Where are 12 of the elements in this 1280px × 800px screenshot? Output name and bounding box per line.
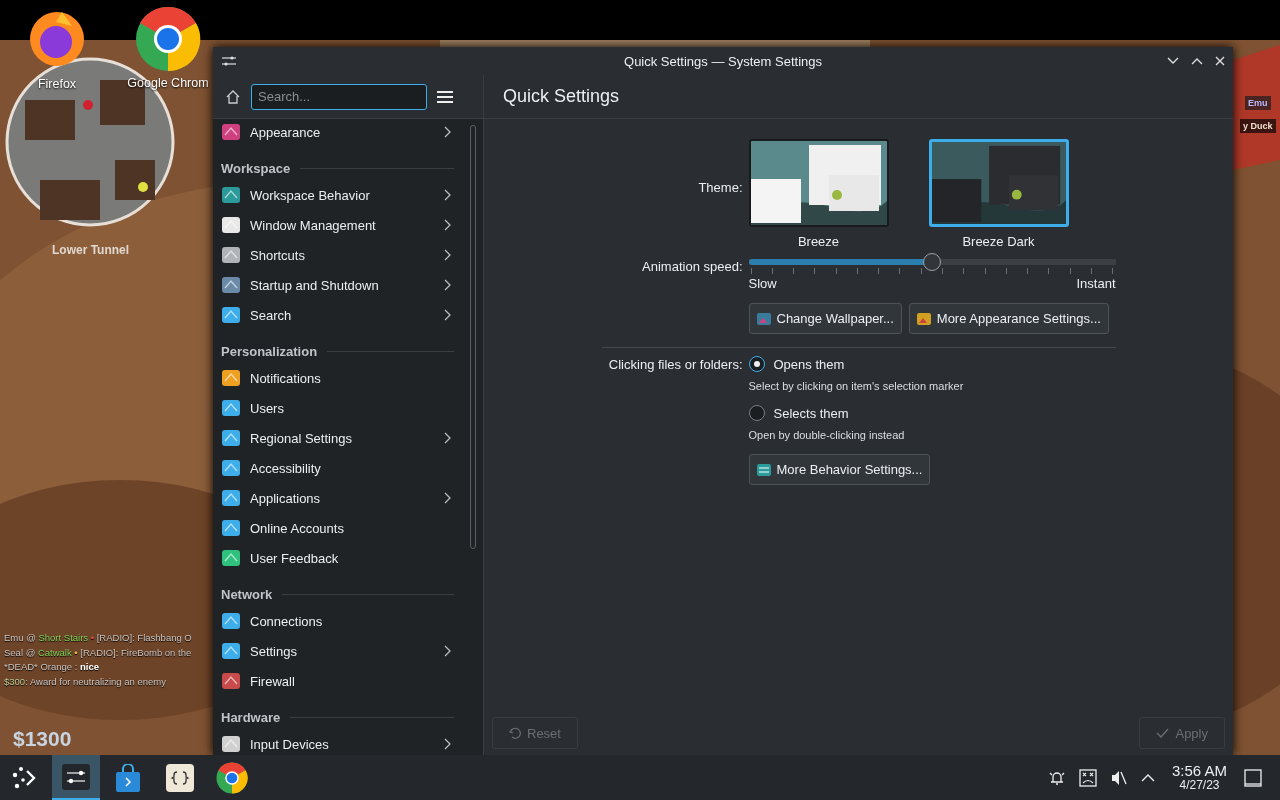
caret-up-icon[interactable] <box>1140 773 1155 782</box>
clock[interactable]: 3:56 AM 4/27/23 <box>1171 763 1227 792</box>
taskbar-app[interactable] <box>52 755 100 800</box>
image-icon[interactable] <box>1078 768 1097 787</box>
clock-date: 4/27/23 <box>1179 777 1220 792</box>
store-app-icon <box>115 763 141 792</box>
browser-app-icon <box>216 761 248 794</box>
show-desktop-icon[interactable] <box>1244 768 1262 787</box>
clock-time: 3:56 AM <box>1171 763 1227 778</box>
braces-app-icon <box>166 763 194 792</box>
settings-app-icon <box>62 763 90 790</box>
launcher-icon <box>11 764 37 791</box>
